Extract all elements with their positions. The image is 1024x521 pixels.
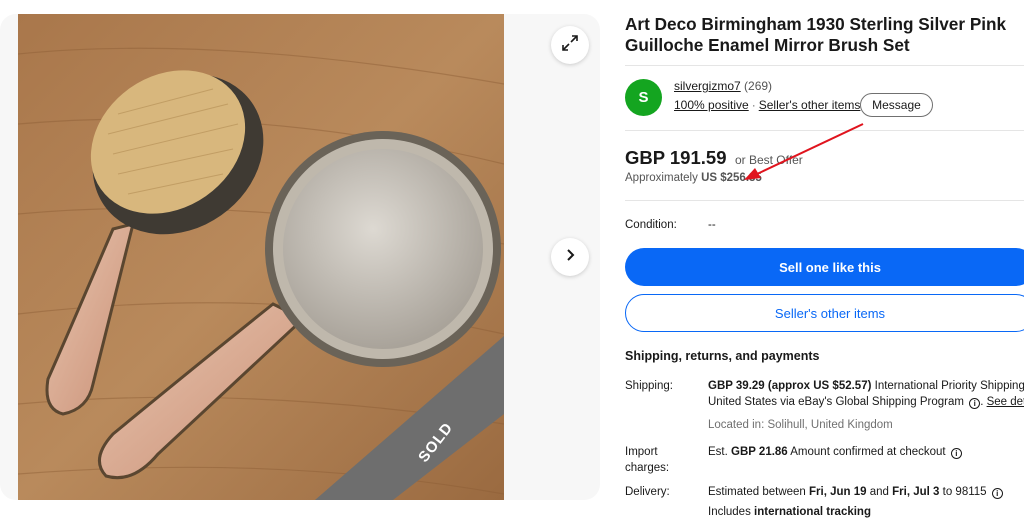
delivery-label: Delivery: (625, 486, 670, 498)
feedback-count: (269) (744, 79, 773, 93)
shipping-line-2: United States via eBay's Global Shipping… (708, 395, 1024, 411)
delivery-and: and (869, 486, 889, 498)
divider (625, 65, 1024, 66)
import-label-line-2: charges: (625, 461, 670, 474)
divider (625, 130, 1024, 131)
seller-other-items-link[interactable]: Seller's other items (759, 98, 861, 112)
import-value: GBP 21.86 (731, 446, 788, 458)
seller-links: 100% positive·Seller's other items· (674, 98, 867, 112)
image-gallery: SOLD (0, 14, 600, 500)
tracking-row: Includes international tracking (708, 505, 871, 521)
approx-price: Approximately US $256.35 (625, 172, 762, 184)
shipping-program: United States via eBay's Global Shipping… (708, 396, 964, 408)
expand-icon (561, 34, 579, 57)
delivery-to: Fri, Jul 3 (892, 486, 940, 498)
seller-avatar[interactable]: S (625, 79, 662, 116)
located-in: Located in: Solihull, United Kingdom (708, 419, 893, 431)
next-image-button[interactable] (551, 238, 589, 276)
tracking-value: international tracking (754, 506, 871, 518)
info-icon[interactable]: i (991, 488, 1003, 499)
approx-value: US $256.35 (701, 172, 762, 184)
best-offer-label: or Best Offer (734, 153, 803, 167)
expand-image-button[interactable] (551, 26, 589, 64)
info-icon[interactable]: i (950, 448, 962, 459)
price-row: GBP 191.59 or Best Offer (625, 147, 803, 169)
product-photo[interactable]: SOLD (18, 14, 504, 500)
import-charges-label: Import charges: (625, 445, 669, 476)
chevron-right-icon (563, 248, 577, 267)
message-button[interactable]: Message (860, 93, 933, 117)
import-prefix: Est. (708, 446, 728, 458)
tracking-prefix: Includes (708, 506, 751, 518)
shipping-cost: GBP 39.29 (approx US $52.57) (708, 380, 872, 392)
delivery-prefix: Estimated between (708, 486, 806, 498)
shipping-section-heading: Shipping, returns, and payments (625, 349, 820, 363)
sell-one-like-this-button[interactable]: Sell one like this (625, 248, 1024, 286)
seller-name-link[interactable]: silvergizmo7 (674, 79, 741, 93)
delivery-value: Estimated between Fri, Jun 19 and Fri, J… (708, 485, 1003, 501)
title-line-1: Art Deco Birmingham 1930 Sterling Silver… (625, 14, 1007, 34)
import-note: Amount confirmed at checkout (790, 446, 946, 458)
listing-details: Art Deco Birmingham 1930 Sterling Silver… (625, 0, 1024, 519)
title-line-2: Guilloche Enamel Mirror Brush Set (625, 35, 910, 55)
seller-name-row: silvergizmo7 (269) (674, 79, 772, 93)
condition-value: -- (708, 219, 716, 231)
listing-title: Art Deco Birmingham 1930 Sterling Silver… (625, 14, 1024, 56)
seller-other-items-button[interactable]: Seller's other items (625, 294, 1024, 332)
shipping-method: International Priority Shipping to (874, 380, 1024, 392)
import-label-line-1: Import (625, 446, 658, 458)
approx-prefix: Approximately (625, 172, 698, 184)
info-icon[interactable]: i (969, 398, 981, 409)
delivery-zip: to 98115 (942, 486, 987, 498)
positive-feedback-link[interactable]: 100% positive (674, 98, 749, 112)
condition-label: Condition: (625, 219, 677, 231)
delivery-from: Fri, Jun 19 (809, 486, 867, 498)
shipping-label: Shipping: (625, 380, 673, 392)
see-details-link[interactable]: See details (987, 396, 1024, 408)
price-amount: GBP 191.59 (625, 147, 727, 168)
divider (625, 200, 1024, 201)
import-charges-value: Est. GBP 21.86 Amount confirmed at check… (708, 445, 962, 461)
shipping-line-1: GBP 39.29 (approx US $52.57) Internation… (708, 379, 1024, 395)
